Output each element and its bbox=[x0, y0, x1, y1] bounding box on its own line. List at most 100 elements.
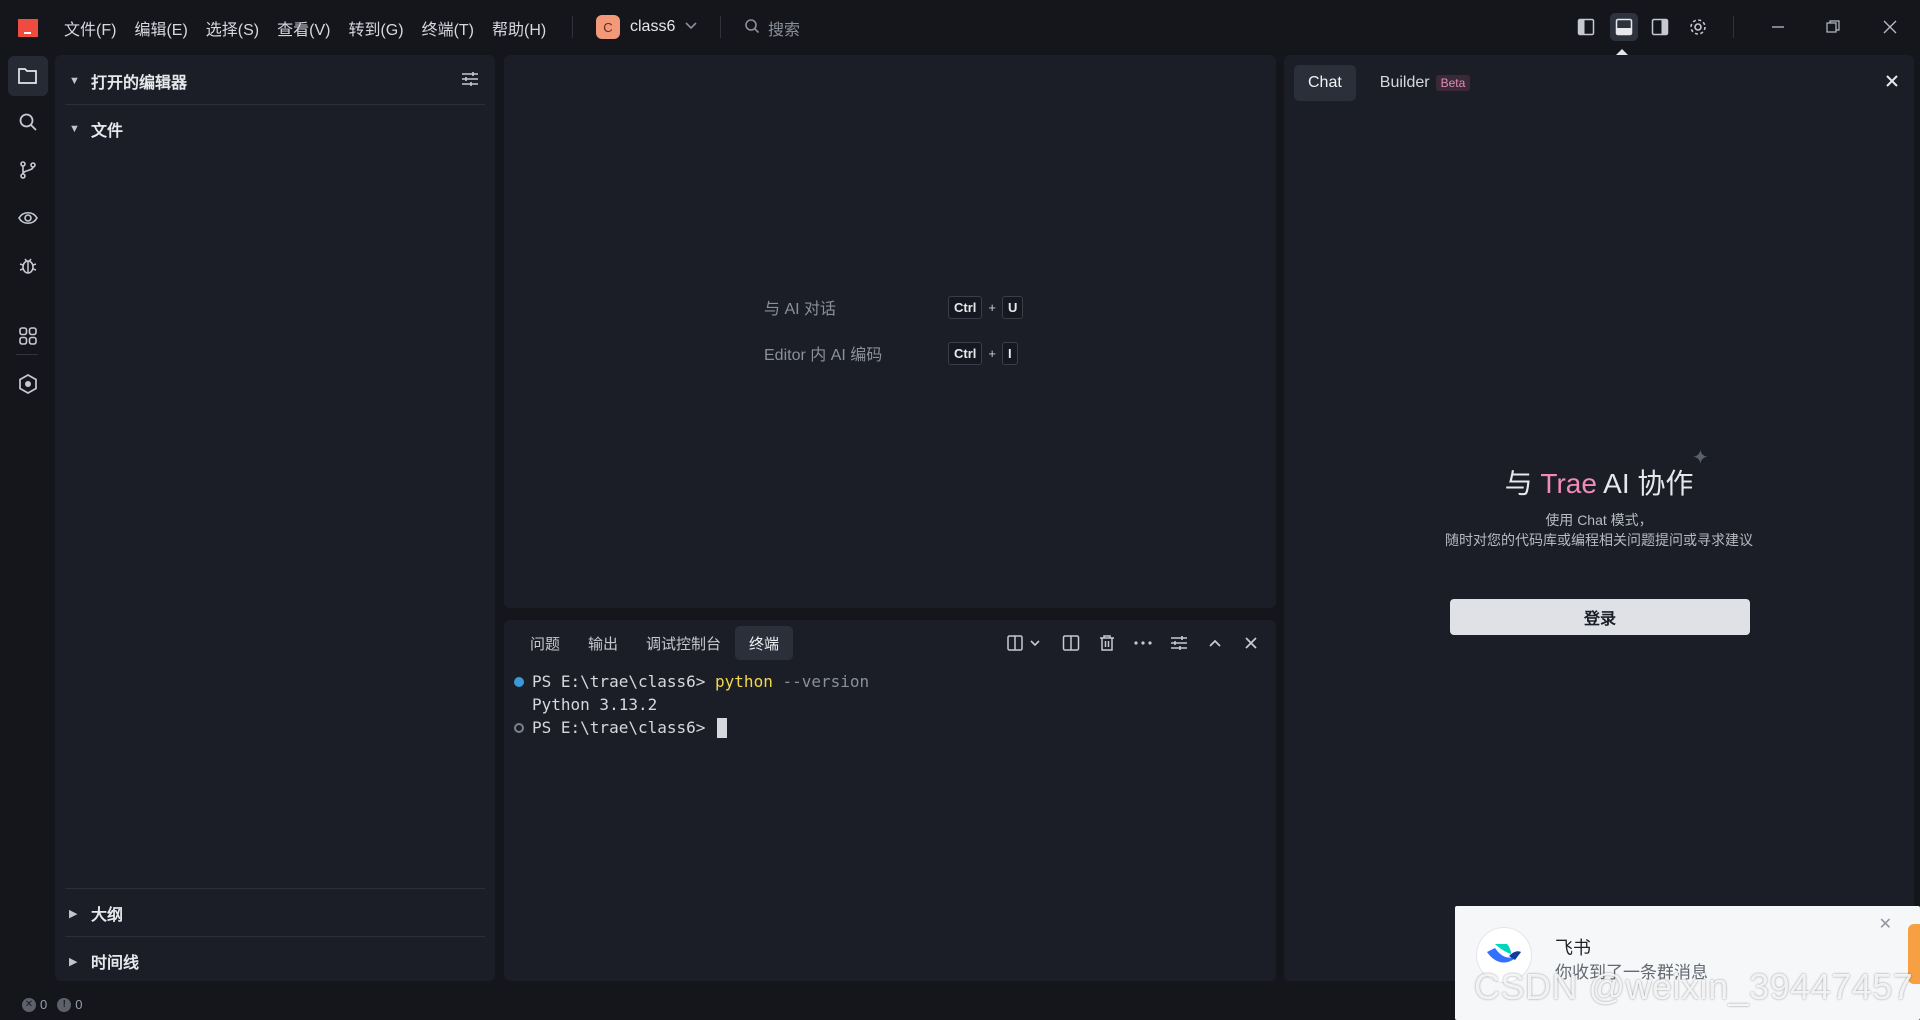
close-icon[interactable] bbox=[1240, 632, 1262, 654]
error-count: 0 bbox=[40, 997, 48, 1012]
outline-label: 大纲 bbox=[91, 907, 124, 924]
key-ctrl: Ctrl bbox=[948, 295, 983, 319]
menu-file[interactable]: 文件(F) bbox=[64, 16, 116, 40]
login-button[interactable]: 登录 bbox=[1450, 599, 1750, 635]
tab-chat[interactable]: Chat bbox=[1294, 65, 1356, 101]
command-success-dot bbox=[514, 676, 524, 687]
sliders-icon[interactable] bbox=[1168, 632, 1190, 654]
problems-status[interactable]: ✕ 0 ! 0 bbox=[22, 997, 82, 1012]
section-divider bbox=[65, 888, 485, 889]
menu-goto[interactable]: 转到(G) bbox=[348, 16, 403, 40]
terminal-cursor bbox=[717, 717, 728, 738]
trash-icon[interactable] bbox=[1096, 632, 1118, 654]
chevron-up-icon[interactable] bbox=[1204, 632, 1226, 654]
split-terminal-icon[interactable] bbox=[1060, 632, 1082, 654]
toggle-sidebar-icon[interactable] bbox=[1572, 13, 1600, 41]
command-output: Python 3.13.2 bbox=[532, 695, 658, 714]
debug-bug-icon[interactable] bbox=[8, 246, 48, 286]
panel-tabs: 问题 输出 调试控制台 终端 bbox=[516, 626, 794, 660]
tab-terminal[interactable]: 终端 bbox=[735, 626, 794, 660]
remote-eye-icon[interactable] bbox=[8, 198, 48, 238]
tab-builder[interactable]: Builder Beta bbox=[1366, 65, 1485, 101]
search-icon[interactable] bbox=[8, 102, 48, 142]
shortcut-keys: Ctrl + U bbox=[948, 295, 1024, 319]
bottom-panel: 问题 输出 调试控制台 终端 PS E:\trae\class6> python… bbox=[504, 620, 1276, 981]
source-control-icon[interactable] bbox=[8, 150, 48, 190]
shortcut-row: 与 AI 对话 Ctrl + U bbox=[764, 295, 1024, 319]
outline-header[interactable]: ▶ 大纲 bbox=[69, 901, 123, 925]
shortcut-row: Editor 内 AI 编码 Ctrl + I bbox=[764, 341, 1018, 365]
extensions-grid-icon[interactable] bbox=[8, 316, 48, 356]
menu-terminal[interactable]: 终端(T) bbox=[422, 16, 474, 40]
key-plus: + bbox=[988, 345, 996, 361]
command: python bbox=[715, 672, 773, 691]
terminal-line: PS E:\trae\class6> python --version bbox=[514, 670, 869, 693]
restore-icon[interactable] bbox=[1820, 14, 1846, 40]
toggle-panel-icon[interactable] bbox=[1610, 13, 1638, 41]
search-box[interactable]: 搜索 bbox=[744, 16, 800, 40]
title-bar: 文件(F) 编辑(E) 选择(S) 查看(V) 转到(G) 终端(T) 帮助(H… bbox=[0, 0, 1920, 54]
menu-edit[interactable]: 编辑(E) bbox=[134, 16, 187, 40]
toggle-secondary-sidebar-icon[interactable] bbox=[1646, 13, 1674, 41]
shortcut-label: Editor 内 AI 编码 bbox=[764, 347, 883, 364]
title-divider bbox=[720, 16, 721, 38]
chevron-down-icon bbox=[685, 21, 697, 33]
key-plus: + bbox=[988, 299, 996, 315]
terminal-output[interactable]: PS E:\trae\class6> python --version Pyth… bbox=[514, 670, 869, 739]
open-editors-label: 打开的编辑器 bbox=[91, 75, 188, 92]
menu-view[interactable]: 查看(V) bbox=[277, 16, 330, 40]
builder-label: Builder bbox=[1379, 74, 1430, 91]
error-icon: ✕ bbox=[22, 997, 36, 1012]
timeline-label: 时间线 bbox=[91, 955, 140, 972]
close-window-icon[interactable] bbox=[1877, 14, 1903, 40]
ai-chat-panel: Chat Builder Beta ✦ 与 Trae AI 协作 使用 Chat… bbox=[1284, 55, 1914, 981]
search-placeholder: 搜索 bbox=[768, 22, 801, 39]
files-label: 文件 bbox=[91, 123, 124, 140]
title-divider bbox=[1733, 16, 1734, 38]
app-logo bbox=[18, 19, 38, 37]
project-name: class6 bbox=[630, 18, 676, 35]
new-terminal-dropdown-icon[interactable] bbox=[1006, 632, 1046, 654]
project-badge: C bbox=[596, 15, 620, 39]
hero-subtitle-line: 随时对您的代码库或编程相关问题提问或寻求建议 bbox=[1445, 532, 1753, 548]
terminal-toolbar bbox=[1006, 632, 1262, 654]
command-arg: --version bbox=[772, 672, 870, 691]
section-divider bbox=[65, 936, 485, 937]
gear-icon[interactable] bbox=[1684, 13, 1712, 41]
menu-help[interactable]: 帮助(H) bbox=[492, 16, 546, 40]
hero-title-suffix: AI 协作 bbox=[1596, 468, 1694, 499]
close-icon[interactable]: ✕ bbox=[1879, 914, 1892, 934]
ai-settings-icon[interactable] bbox=[8, 364, 48, 404]
minimize-icon[interactable] bbox=[1765, 14, 1791, 40]
warning-icon: ! bbox=[57, 997, 72, 1012]
project-switcher[interactable]: C class6 bbox=[596, 15, 697, 39]
prompt: PS E:\trae\class6> bbox=[532, 672, 716, 691]
chat-hero-subtitle: 使用 Chat 模式， 随时对您的代码库或编程相关问题提问或寻求建议 bbox=[1284, 510, 1914, 550]
menu-bar: 文件(F) 编辑(E) 选择(S) 查看(V) 转到(G) 终端(T) 帮助(H… bbox=[64, 16, 546, 40]
more-icon[interactable] bbox=[1132, 632, 1154, 654]
activity-bar bbox=[0, 54, 54, 984]
tab-debug-console[interactable]: 调试控制台 bbox=[632, 626, 735, 660]
section-divider bbox=[65, 104, 485, 105]
timeline-header[interactable]: ▶ 时间线 bbox=[69, 949, 139, 973]
explorer-icon[interactable] bbox=[8, 56, 48, 96]
open-editors-header[interactable]: ▼ 打开的编辑器 bbox=[69, 69, 187, 93]
close-icon[interactable] bbox=[1886, 71, 1898, 92]
tab-problems[interactable]: 问题 bbox=[516, 626, 574, 660]
chevron-down-icon: ▼ bbox=[69, 123, 80, 135]
key-ctrl: Ctrl bbox=[948, 341, 983, 365]
sliders-icon[interactable] bbox=[461, 71, 479, 92]
files-header[interactable]: ▼ 文件 bbox=[69, 117, 123, 141]
key-i: I bbox=[1001, 341, 1018, 365]
notification-app: 飞书 bbox=[1555, 938, 1591, 958]
key-u: U bbox=[1001, 295, 1024, 319]
shortcut-keys: Ctrl + I bbox=[948, 341, 1018, 365]
chevron-right-icon: ▶ bbox=[69, 955, 78, 968]
tab-output[interactable]: 输出 bbox=[574, 626, 632, 660]
command-pending-dot bbox=[514, 722, 524, 733]
chevron-right-icon: ▶ bbox=[69, 907, 78, 920]
terminal-line: Python 3.13.2 bbox=[514, 693, 869, 716]
csdn-watermark: CSDN @weixin_39447457 bbox=[1474, 966, 1914, 1007]
menu-selection[interactable]: 选择(S) bbox=[206, 16, 259, 40]
hero-subtitle-line: 使用 Chat 模式， bbox=[1545, 512, 1653, 528]
